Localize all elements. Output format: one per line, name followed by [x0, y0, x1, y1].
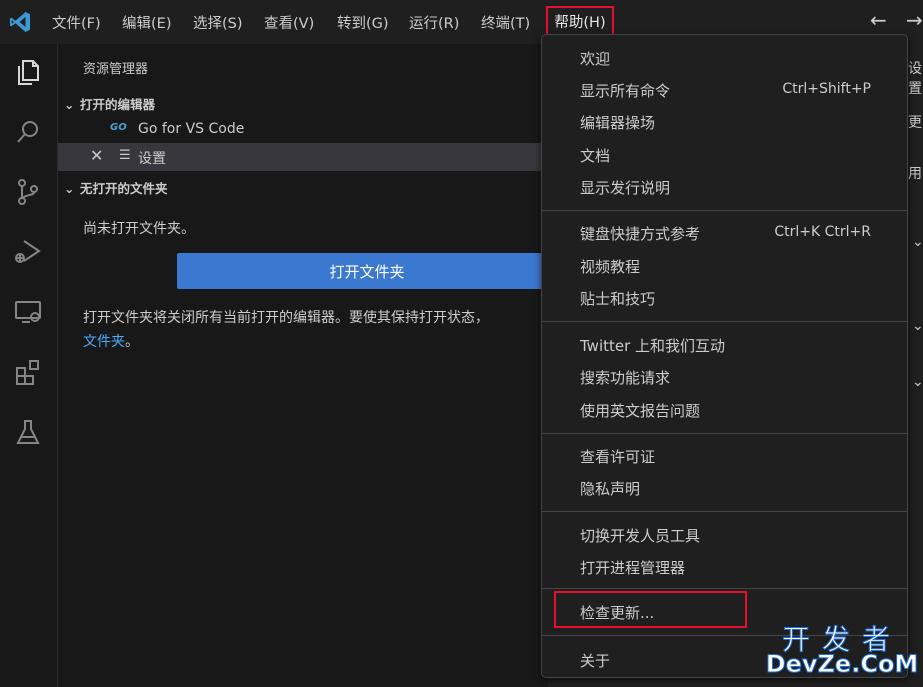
- menu-item-label: 欢迎: [580, 50, 611, 68]
- menu-item-label: 显示发行说明: [580, 179, 671, 197]
- menu-edit[interactable]: 编辑(E): [122, 12, 171, 33]
- forward-arrow-icon[interactable]: →: [906, 8, 923, 32]
- menu-item-show-all-commands[interactable]: 显示所有命令 Ctrl+Shift+P: [542, 75, 907, 105]
- menu-separator: [542, 588, 907, 589]
- menu-file[interactable]: 文件(F): [52, 12, 101, 33]
- open-folder-button[interactable]: 打开文件夹: [177, 253, 557, 289]
- open-editor-label: Go for VS Code: [138, 121, 245, 137]
- explorer-icon[interactable]: [12, 56, 44, 88]
- menu-item-report-issue[interactable]: 使用英文报告问题: [542, 395, 907, 425]
- menu-terminal[interactable]: 终端(T): [481, 12, 530, 33]
- close-icon[interactable]: ✕: [90, 146, 103, 165]
- vscode-logo-icon: [10, 12, 30, 32]
- menu-separator: [542, 321, 907, 322]
- chevron-down-icon: ⌄: [64, 181, 75, 196]
- open-editors-header[interactable]: ⌄ 打开的编辑器: [64, 94, 155, 113]
- settings-file-icon: ☰: [119, 148, 131, 163]
- explorer-sidebar: 资源管理器 ⌄ 打开的编辑器 GO Go for VS Code ✕ ☰ 设置 ⌄…: [58, 44, 557, 687]
- menu-item-label: 贴士和技巧: [580, 290, 656, 308]
- menu-item-label: 使用英文报告问题: [580, 402, 701, 420]
- search-fragment: 更: [908, 115, 922, 131]
- menu-item-welcome[interactable]: 欢迎: [542, 43, 907, 73]
- menu-item-label: 查看许可证: [580, 448, 656, 466]
- menu-item-keyboard-shortcuts[interactable]: 键盘快捷方式参考 Ctrl+K Ctrl+R: [542, 218, 907, 248]
- settings-tab-fragment: 设置: [908, 61, 922, 97]
- menu-item-label: 打开进程管理器: [580, 559, 686, 577]
- back-arrow-icon[interactable]: ←: [870, 8, 887, 32]
- open-editors-header-label: 打开的编辑器: [80, 97, 156, 112]
- menu-item-label: Twitter 上和我们互动: [580, 337, 726, 355]
- menu-item-video-tutorials[interactable]: 视频教程: [542, 251, 907, 281]
- open-editor-go[interactable]: GO Go for VS Code: [58, 116, 548, 144]
- hint-line1: 打开文件夹将关闭所有当前打开的编辑器。要使其保持打开状态，: [83, 310, 489, 326]
- menu-separator: [542, 210, 907, 211]
- go-file-icon: GO: [110, 122, 127, 133]
- menu-view[interactable]: 查看(V): [264, 12, 314, 33]
- menu-item-toggle-dev-tools[interactable]: 切换开发人员工具: [542, 520, 907, 550]
- menu-item-shortcut: Ctrl+K Ctrl+R: [774, 224, 871, 240]
- no-folder-header-label: 无打开的文件夹: [80, 181, 168, 196]
- open-folder-link[interactable]: 文件夹: [83, 334, 125, 350]
- menu-item-documentation[interactable]: 文档: [542, 140, 907, 170]
- menu-item-view-license[interactable]: 查看许可证: [542, 441, 907, 471]
- chevron-down-icon: ⌄: [64, 97, 75, 112]
- menu-item-twitter[interactable]: Twitter 上和我们互动: [542, 330, 907, 360]
- menu-item-editor-playground[interactable]: 编辑器操场: [542, 107, 907, 137]
- menu-item-process-explorer[interactable]: 打开进程管理器: [542, 552, 907, 582]
- menu-selection[interactable]: 选择(S): [193, 12, 243, 33]
- menu-item-privacy-statement[interactable]: 隐私声明: [542, 473, 907, 503]
- menu-help[interactable]: 帮助(H): [546, 6, 614, 36]
- menu-item-feature-requests[interactable]: 搜索功能请求: [542, 362, 907, 392]
- menu-separator: [542, 433, 907, 434]
- run-debug-icon[interactable]: [12, 236, 44, 268]
- menu-item-release-notes[interactable]: 显示发行说明: [542, 172, 907, 202]
- remote-explorer-icon[interactable]: [12, 296, 44, 328]
- menu-item-label: 切换开发人员工具: [580, 527, 701, 545]
- search-icon[interactable]: [12, 116, 44, 148]
- chevron-down-icon[interactable]: ⌄: [912, 234, 923, 250]
- sidebar-title: 资源管理器: [83, 62, 149, 77]
- menu-separator: [542, 511, 907, 512]
- extensions-icon[interactable]: [12, 356, 44, 388]
- no-folder-message: 尚未打开文件夹。: [83, 221, 195, 237]
- menu-item-label: 视频教程: [580, 258, 641, 276]
- open-editor-label: 设置: [138, 151, 166, 167]
- user-tab-fragment: 用: [908, 166, 922, 182]
- menu-item-label: 检查更新...: [580, 604, 655, 622]
- menu-item-shortcut: Ctrl+Shift+P: [782, 81, 871, 97]
- chevron-down-icon[interactable]: ⌄: [912, 318, 923, 334]
- menu-item-label: 显示所有命令: [580, 82, 671, 100]
- source-control-icon[interactable]: [12, 176, 44, 208]
- activity-bar: [0, 44, 58, 687]
- no-folder-header[interactable]: ⌄ 无打开的文件夹: [64, 178, 168, 197]
- menu-item-tips-and-tricks[interactable]: 贴士和技巧: [542, 283, 907, 313]
- chevron-down-icon[interactable]: ⌄: [912, 374, 923, 390]
- menu-run[interactable]: 运行(R): [409, 12, 459, 33]
- open-editor-settings[interactable]: ✕ ☰ 设置: [58, 143, 548, 171]
- menu-item-label: 隐私声明: [580, 480, 641, 498]
- open-folder-hint: 打开文件夹将关闭所有当前打开的编辑器。要使其保持打开状态， 文件夹。: [83, 306, 543, 354]
- menu-item-label: 关于: [580, 652, 611, 670]
- menu-item-label: 键盘快捷方式参考: [580, 225, 701, 243]
- menu-item-label: 文档: [580, 147, 611, 165]
- menu-go[interactable]: 转到(G): [337, 12, 389, 33]
- watermark-line2: DevZe.CoM: [765, 650, 919, 679]
- hint-end: 。: [125, 334, 139, 350]
- help-menu-dropdown: 欢迎 显示所有命令 Ctrl+Shift+P 编辑器操场 文档 显示发行说明 键…: [541, 34, 908, 678]
- watermark-logo: 开发者 DevZe.CoM: [764, 618, 920, 682]
- menu-item-label: 编辑器操场: [580, 114, 656, 132]
- testing-icon[interactable]: [12, 416, 44, 448]
- menu-item-label: 搜索功能请求: [580, 369, 671, 387]
